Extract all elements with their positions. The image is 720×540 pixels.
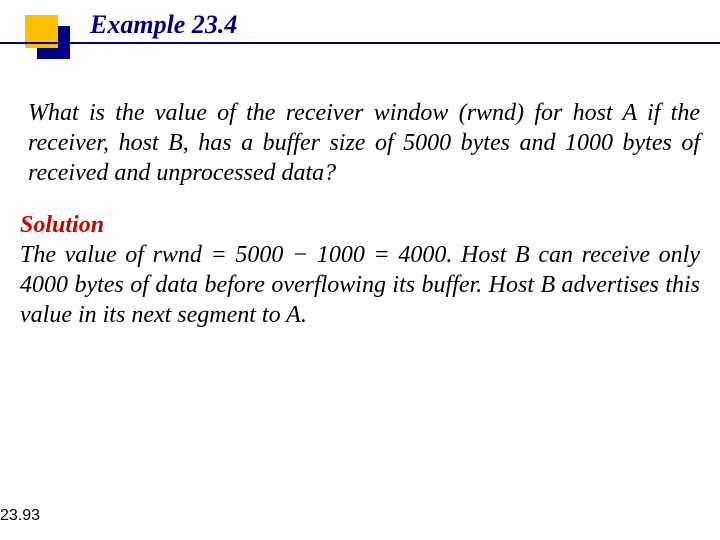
question-text: What is the value of the receiver window…: [28, 98, 700, 188]
solution-label: Solution: [20, 212, 104, 238]
solution-text: The value of rwnd = 5000 − 1000 = 4000. …: [20, 242, 700, 328]
slide-number: 23.93: [0, 507, 40, 525]
title-underline: [0, 42, 720, 44]
slide-header: Example 23.4: [0, 0, 720, 75]
solution-block: Solution The value of rwnd = 5000 − 1000…: [20, 210, 700, 330]
slide-title: Example 23.4: [90, 10, 237, 40]
